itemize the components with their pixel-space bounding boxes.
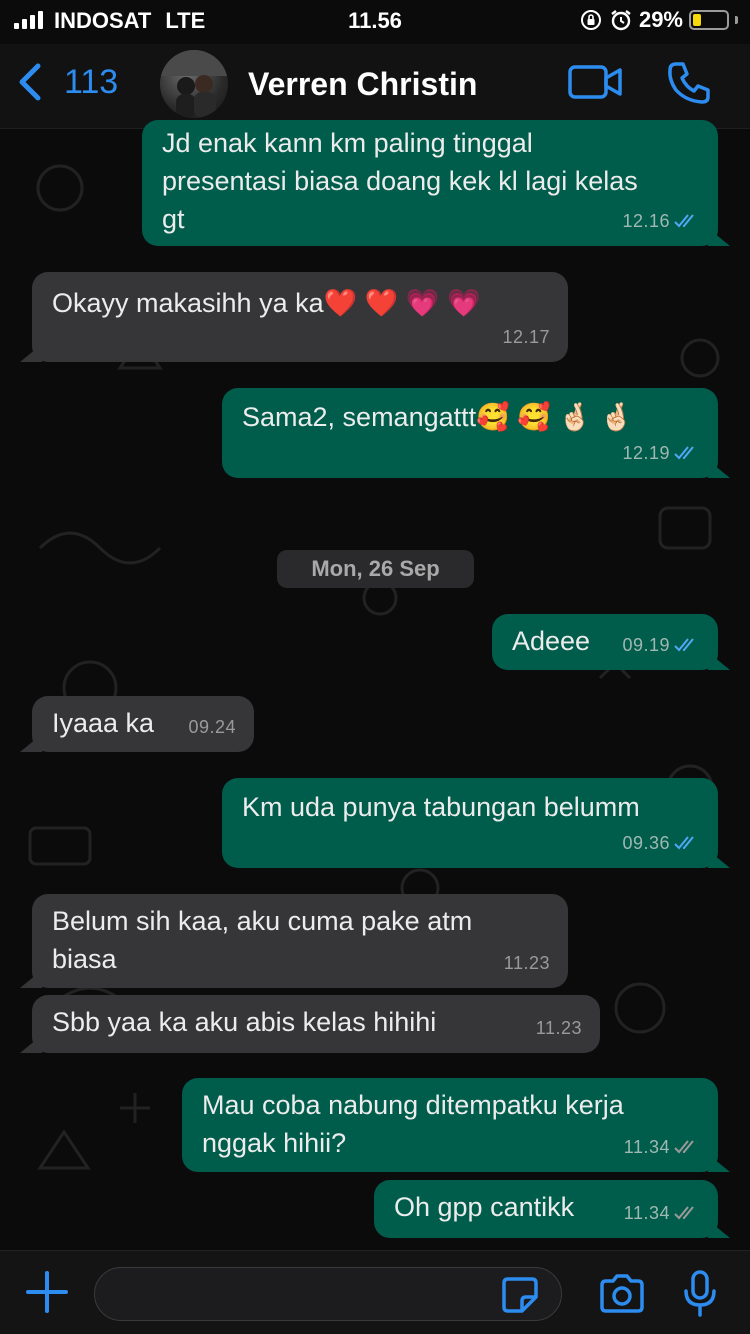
message-bubble-outgoing[interactable]: Adeee 09.19 [492, 614, 730, 670]
message-time: 09.36 [622, 833, 670, 853]
chat-screen: INDOSAT LTE 11.56 29% 113 Verren Christi… [0, 0, 750, 1334]
video-call-button[interactable] [568, 62, 624, 107]
message-time: 11.34 [623, 1137, 670, 1157]
message-text: Mau coba nabung ditempatku kerja [202, 1090, 624, 1120]
back-button[interactable]: 113 [16, 62, 118, 102]
voice-call-button[interactable] [666, 60, 712, 111]
microphone-icon [684, 1270, 716, 1317]
message-text: Km uda punya tabungan belumm [242, 792, 640, 822]
avatar[interactable] [160, 50, 228, 118]
date-separator: Mon, 26 Sep [277, 550, 474, 588]
message-bubble-incoming[interactable]: Okayy makasihh ya ka❤️ ❤️ 💗 💗 12.17 [20, 272, 568, 362]
read-receipt-icon [674, 446, 694, 460]
composer-bar [0, 1250, 750, 1334]
message-time: 12.17 [502, 327, 550, 347]
message-text: Jd enak kann km paling tinggal [162, 128, 533, 158]
message-bubble-incoming[interactable]: Belum sih kaa, aku cuma pake atm biasa 1… [20, 894, 568, 988]
read-receipt-icon [674, 214, 694, 228]
sticker-button[interactable] [500, 1275, 540, 1320]
read-receipt-icon [674, 836, 694, 850]
voice-note-button[interactable] [682, 1269, 718, 1324]
rotation-lock-icon [580, 10, 601, 30]
sticker-icon [502, 1277, 538, 1313]
contact-name[interactable]: Verren Christin [248, 66, 477, 103]
message-time: 09.24 [188, 717, 236, 737]
message-input[interactable] [94, 1267, 562, 1321]
message-text: Sama2, semangattt🥰 🥰 🤞🏻 🤞🏻 [242, 402, 634, 432]
battery-icon [689, 10, 729, 30]
status-bar: INDOSAT LTE 11.56 29% [0, 0, 750, 44]
message-bubble-incoming[interactable]: Iyaaa ka 09.24 [20, 696, 254, 752]
message-time: 09.19 [622, 635, 670, 655]
message-time: 11.34 [623, 1203, 670, 1223]
message-text: gt [162, 204, 185, 234]
message-bubble-outgoing[interactable]: Km uda punya tabungan belumm 09.36 [222, 778, 730, 868]
message-time: 12.16 [622, 211, 670, 231]
camera-button[interactable] [598, 1273, 646, 1320]
plus-icon [26, 1271, 68, 1313]
message-text: biasa [52, 944, 117, 974]
alarm-icon [611, 10, 631, 31]
clock: 11.56 [348, 8, 402, 33]
battery-percent: 29% [638, 7, 683, 32]
chat-header: 113 Verren Christin [0, 44, 750, 129]
message-text: Okayy makasihh ya ka❤️ ❤️ 💗 💗 [52, 288, 481, 318]
message-time: 11.23 [535, 1018, 582, 1038]
message-bubble-incoming[interactable]: Sbb yaa ka aku abis kelas hihihi 11.23 [20, 995, 600, 1053]
read-receipt-icon [674, 638, 694, 652]
message-bubble-outgoing[interactable]: Sama2, semangattt🥰 🥰 🤞🏻 🤞🏻 12.19 [222, 388, 730, 478]
message-text: Sbb yaa ka aku abis kelas hihihi [52, 1007, 437, 1037]
message-text: presentasi biasa doang kek kl lagi kelas [162, 166, 638, 196]
camera-icon [600, 1274, 644, 1313]
message-bubble-outgoing[interactable]: Jd enak kann km paling tinggal presentas… [142, 120, 730, 246]
message-bubble-outgoing[interactable]: Oh gpp cantikk 11.34 [374, 1180, 730, 1238]
message-time: 11.23 [503, 953, 550, 973]
message-bubble-outgoing[interactable]: Mau coba nabung ditempatku kerja nggak h… [182, 1078, 730, 1172]
delivered-receipt-icon [674, 1206, 694, 1220]
chevron-left-icon [19, 63, 41, 101]
message-time: 12.19 [622, 443, 670, 463]
delivered-receipt-icon [674, 1140, 694, 1154]
attach-button[interactable] [24, 1269, 70, 1320]
phone-icon [668, 62, 710, 104]
message-text: Belum sih kaa, aku cuma pake atm [52, 906, 473, 936]
video-call-icon [568, 65, 622, 99]
unread-count: 113 [64, 62, 119, 101]
